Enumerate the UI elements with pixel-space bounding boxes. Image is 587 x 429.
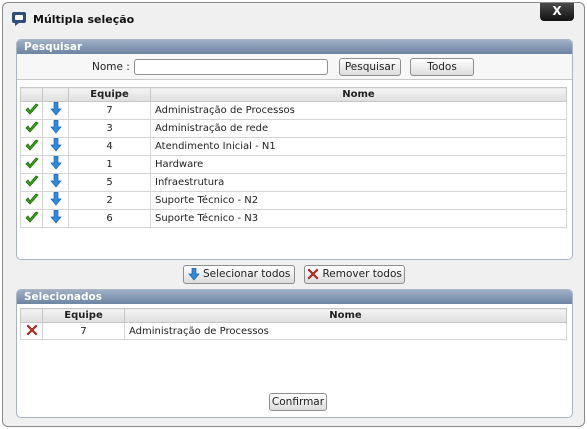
close-icon: X: [552, 4, 562, 18]
table-row: 6 Suporte Técnico - N3: [20, 209, 567, 228]
sel-nome-cell: Administração de Processos: [124, 322, 567, 340]
nome-cell: Infraestrutura: [150, 173, 567, 192]
all-button[interactable]: Todos: [410, 58, 474, 76]
check-icon[interactable]: [24, 175, 39, 191]
remove-col-header: [20, 308, 43, 323]
arrow-down-icon: [187, 267, 200, 281]
selected-panel: Selecionados Equipe Nome 7 Administração …: [16, 289, 573, 418]
select-all-button[interactable]: Selecionar todos: [183, 265, 295, 284]
table-row: 3 Administração de rede: [20, 119, 567, 138]
multi-select-dialog: Múltipla seleção X Pesquisar Nome : Pesq…: [2, 2, 585, 427]
move-cell[interactable]: [42, 101, 69, 120]
nome-cell: Administração de Processos: [150, 101, 567, 120]
equipe-cell: 1: [68, 155, 151, 174]
nome-col-header: Nome: [150, 87, 567, 102]
remove-all-button[interactable]: Remover todos: [304, 265, 405, 284]
check-icon[interactable]: [24, 121, 39, 137]
nome-cell: Suporte Técnico - N3: [150, 209, 567, 228]
arrow-down-icon[interactable]: [49, 119, 62, 137]
move-cell[interactable]: [42, 191, 69, 210]
close-button[interactable]: X: [540, 3, 574, 21]
search-button[interactable]: Pesquisar: [339, 58, 401, 76]
check-icon[interactable]: [24, 157, 39, 173]
select-cell[interactable]: [20, 173, 43, 192]
selected-row: 7 Administração de Processos: [20, 322, 567, 340]
equipe-cell: 2: [68, 191, 151, 210]
table-row: 4 Atendimento Inicial - N1: [20, 137, 567, 156]
move-cell[interactable]: [42, 173, 69, 192]
check-icon[interactable]: [24, 139, 39, 155]
arrow-down-icon[interactable]: [49, 137, 62, 155]
select-cell[interactable]: [20, 209, 43, 228]
table-row: 1 Hardware: [20, 155, 567, 174]
move-cell[interactable]: [42, 119, 69, 138]
equipe-col-header: Equipe: [68, 87, 151, 102]
nome-cell: Administração de rede: [150, 119, 567, 138]
equipe-cell: 3: [68, 119, 151, 138]
move-cell[interactable]: [42, 209, 69, 228]
search-panel-header: Pesquisar: [17, 40, 572, 54]
table-row: 7 Administração de Processos: [20, 101, 567, 120]
sel-nome-col-header: Nome: [124, 308, 567, 323]
search-panel: Pesquisar Nome : Pesquisar Todos Equipe …: [16, 39, 573, 260]
check-icon[interactable]: [24, 211, 39, 227]
remove-cell[interactable]: [20, 322, 43, 340]
red-x-icon: [307, 268, 319, 280]
equipe-cell: 4: [68, 137, 151, 156]
select-cell[interactable]: [20, 137, 43, 156]
window-title: Múltipla seleção: [33, 13, 135, 26]
select-cell[interactable]: [20, 119, 43, 138]
equipe-cell: 6: [68, 209, 151, 228]
check-icon[interactable]: [24, 193, 39, 209]
confirm-button[interactable]: Confirmar: [269, 393, 327, 411]
table-row: 5 Infraestrutura: [20, 173, 567, 192]
select-cell[interactable]: [20, 155, 43, 174]
name-search-input[interactable]: [134, 59, 328, 75]
table-row: 2 Suporte Técnico - N2: [20, 191, 567, 210]
selected-table: Equipe Nome 7 Administração de Processos: [20, 308, 567, 340]
name-label: Nome :: [92, 61, 130, 73]
nome-cell: Hardware: [150, 155, 567, 174]
equipe-cell: 5: [68, 173, 151, 192]
arrow-down-icon[interactable]: [49, 101, 62, 119]
sel-equipe-cell: 7: [42, 322, 125, 340]
arrow-down-icon[interactable]: [49, 209, 62, 227]
selected-panel-header: Selecionados: [17, 290, 572, 304]
arrow-down-icon[interactable]: [49, 173, 62, 191]
arrow-down-icon[interactable]: [49, 155, 62, 173]
select-all-label: Selecionar todos: [202, 268, 291, 280]
select-cell[interactable]: [20, 101, 43, 120]
equipe-cell: 7: [68, 101, 151, 120]
select-cell[interactable]: [20, 191, 43, 210]
move-cell[interactable]: [42, 155, 69, 174]
remove-all-label: Remover todos: [322, 268, 402, 280]
select-col-header: [20, 87, 43, 102]
search-results-table: Equipe Nome 7 Administração de Processos 3…: [20, 87, 567, 228]
nome-cell: Suporte Técnico - N2: [150, 191, 567, 210]
move-col-header: [42, 87, 69, 102]
chat-window-icon: [12, 12, 26, 26]
title-bar: Múltipla seleção X: [3, 3, 584, 33]
arrow-down-icon[interactable]: [49, 191, 62, 209]
red-x-icon[interactable]: [26, 324, 38, 339]
check-icon[interactable]: [24, 103, 39, 119]
search-row: Nome : Pesquisar Todos: [17, 54, 572, 80]
move-cell[interactable]: [42, 137, 69, 156]
sel-equipe-col-header: Equipe: [42, 308, 125, 323]
nome-cell: Atendimento Inicial - N1: [150, 137, 567, 156]
